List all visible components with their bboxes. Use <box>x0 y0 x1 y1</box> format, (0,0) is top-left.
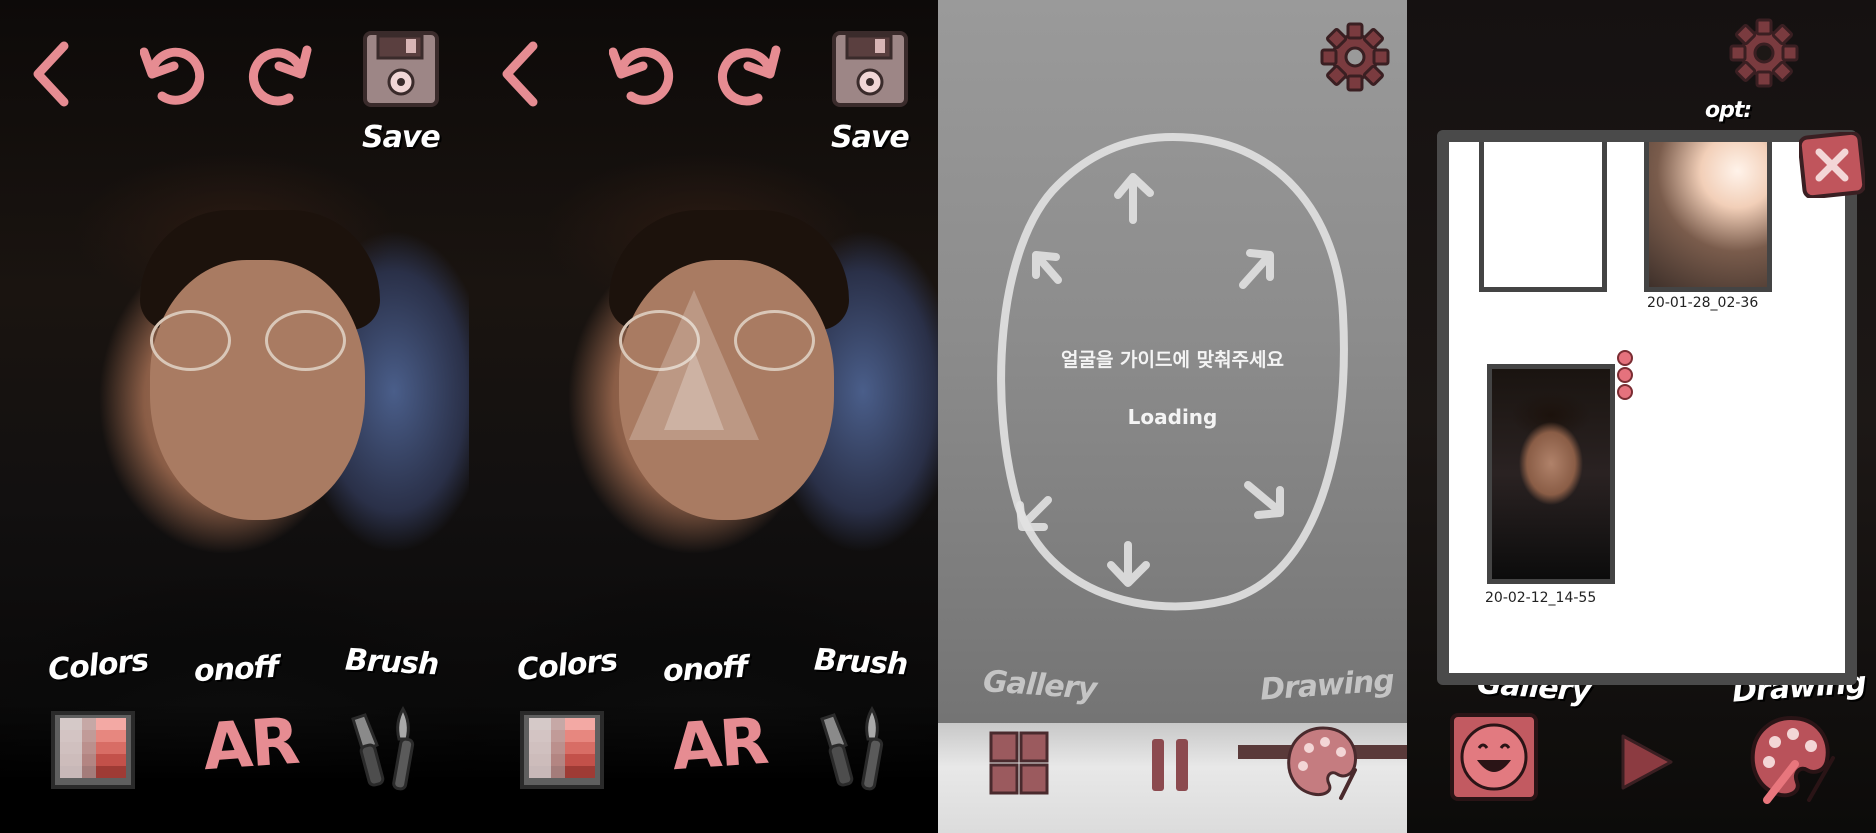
brush-icon[interactable] <box>814 705 899 797</box>
close-icon[interactable] <box>1799 132 1865 198</box>
options-label: opt: <box>1705 98 1752 123</box>
color-palette-icon[interactable] <box>50 710 136 790</box>
play-icon[interactable] <box>1617 730 1677 794</box>
drawing-screen-1: Save Colors onoff Brush AR <box>0 0 469 833</box>
ar-toggle[interactable]: AR <box>670 705 770 785</box>
brush-label: Brush <box>813 642 909 683</box>
pause-icon[interactable] <box>1148 735 1196 795</box>
save-label: Save <box>362 120 441 155</box>
onoff-label: onoff <box>662 649 748 690</box>
save-label: Save <box>831 120 910 155</box>
settings-gear-icon[interactable] <box>1729 18 1799 88</box>
gallery-thumbnail-empty[interactable] <box>1479 142 1607 292</box>
thumbnail-date: 20-01-28_02-36 <box>1647 295 1759 311</box>
redo-icon[interactable] <box>714 42 784 110</box>
brush-icon[interactable] <box>345 705 430 797</box>
ar-toggle[interactable]: AR <box>201 705 301 785</box>
gallery-grid-icon[interactable] <box>988 730 1050 796</box>
ar-face-mask <box>629 290 759 440</box>
undo-icon[interactable] <box>609 42 679 110</box>
floppy-disk-icon[interactable] <box>831 30 911 108</box>
undo-icon[interactable] <box>140 42 210 110</box>
gallery-thumbnail[interactable] <box>1487 364 1615 584</box>
drawing-screen-2: Save Colors onoff Brush AR <box>469 0 938 833</box>
redo-icon[interactable] <box>245 42 315 110</box>
floppy-disk-icon[interactable] <box>362 30 442 108</box>
thumbnail-date: 20-02-12_14-55 <box>1485 590 1597 606</box>
face-guide-instruction: 얼굴을 가이드에 맞춰주세요 <box>1061 349 1284 371</box>
gallery-happy-face-icon[interactable] <box>1449 712 1539 802</box>
gallery-popup: 20-01-28_02-36 20-02-12_14-55 <box>1437 130 1865 685</box>
drawing-palette-icon[interactable] <box>1747 712 1837 804</box>
drawing-palette-icon[interactable] <box>1283 720 1363 802</box>
thumbnail-menu-icon[interactable] <box>1617 350 1633 401</box>
gallery-thumbnail[interactable] <box>1644 142 1772 292</box>
settings-gear-icon[interactable] <box>1320 22 1390 92</box>
onoff-label: onoff <box>193 649 279 690</box>
loading-text: Loading <box>1127 405 1218 429</box>
back-icon[interactable] <box>497 38 543 110</box>
brush-label: Brush <box>344 642 440 683</box>
back-icon[interactable] <box>28 38 74 110</box>
color-palette-icon[interactable] <box>519 710 605 790</box>
gallery-screen: opt: Gallery Drawing 20-01-28_02-36 20-0… <box>1407 0 1876 833</box>
face-guide-screen: 얼굴을 가이드에 맞춰주세요 Loading Gallery Drawing <box>938 0 1407 833</box>
screenshot-strip: Save Colors onoff Brush AR Save Colors o… <box>0 0 1876 833</box>
